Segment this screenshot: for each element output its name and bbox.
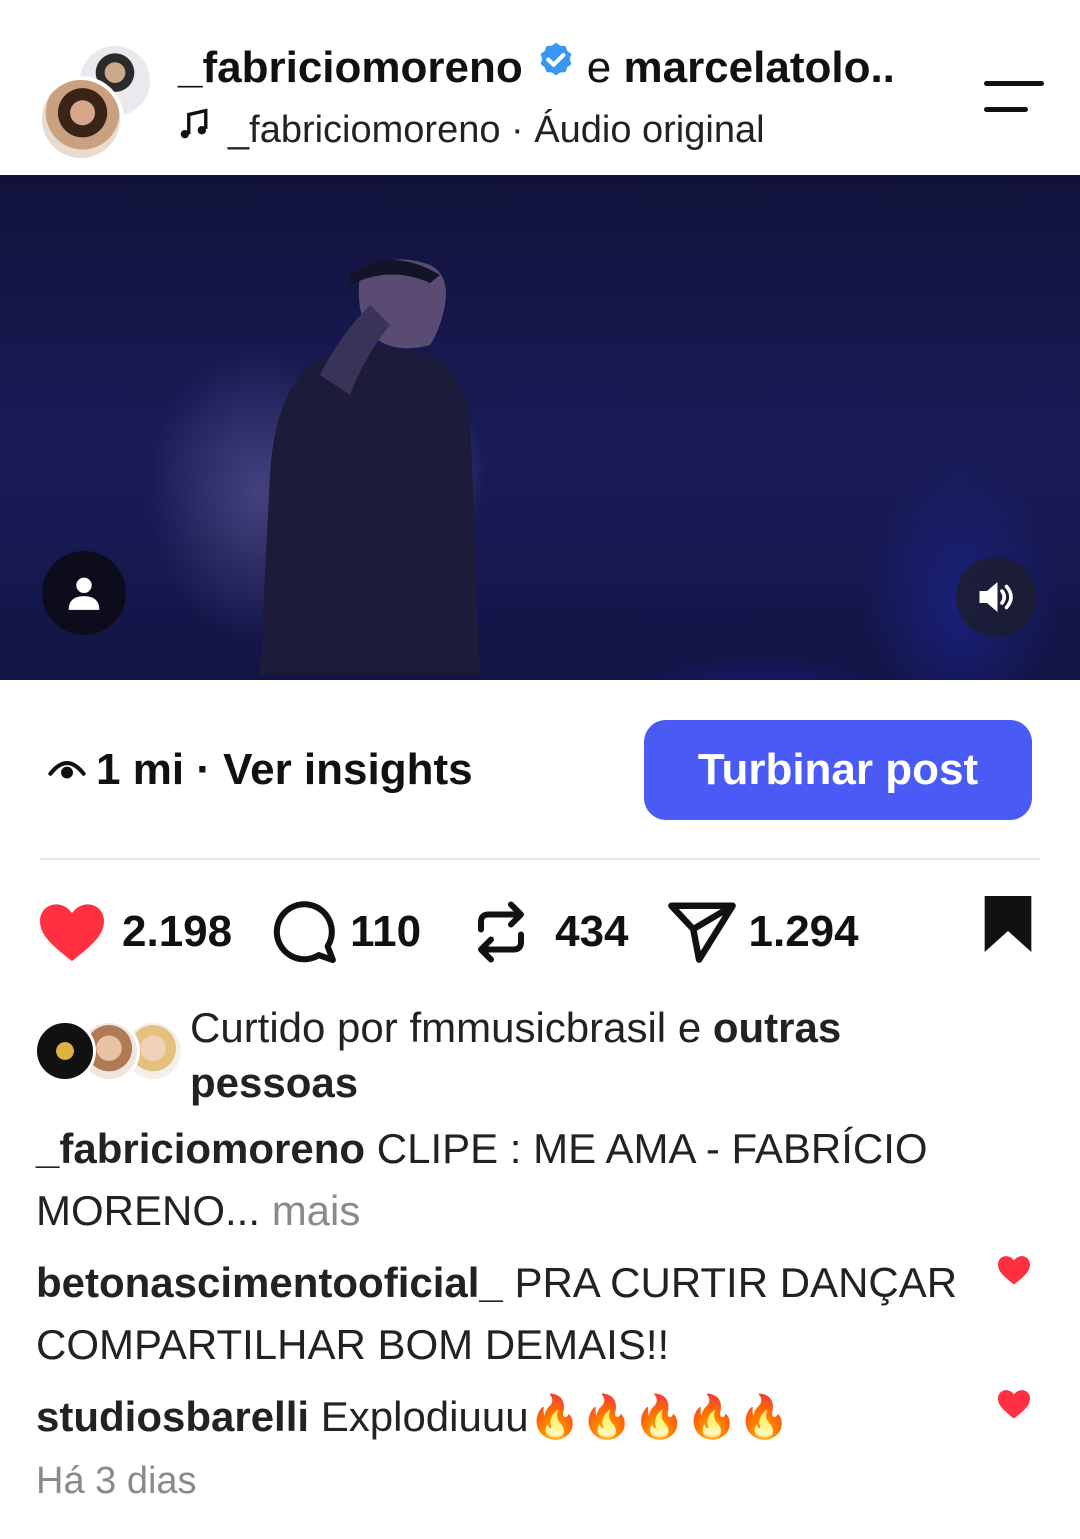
post-caption[interactable]: _fabriciomoreno CLIPE : ME AMA - FABRÍCI… xyxy=(36,1118,1036,1242)
comment-icon xyxy=(273,901,337,964)
reel-video[interactable] xyxy=(0,175,1080,680)
eye-icon xyxy=(48,745,86,795)
speaker-icon xyxy=(979,582,1013,612)
repost-icon xyxy=(478,901,525,963)
post-timestamp: Há 3 dias xyxy=(36,1460,197,1502)
liked-by-text[interactable]: Curtido por fmmusicbrasil e outras pesso… xyxy=(190,1000,990,1110)
views-count: 1 mi xyxy=(96,745,185,794)
repost-action[interactable]: 434 xyxy=(471,897,629,967)
liked-by-user[interactable]: fmmusicbrasil xyxy=(409,1004,666,1051)
post-authors: _fabriciomoreno e marcelatolo.. xyxy=(178,40,895,101)
avatar xyxy=(34,1020,96,1082)
comment-item: studiosbarelli Explodiuuu🔥🔥🔥🔥🔥 xyxy=(36,1386,976,1448)
menu-icon[interactable] xyxy=(982,78,1046,118)
comment-like-icon[interactable] xyxy=(996,1388,1032,1425)
divider xyxy=(40,858,1040,860)
author-username[interactable]: _fabriciomoreno xyxy=(178,43,523,92)
likes-count: 2.198 xyxy=(122,907,233,956)
share-action[interactable]: 1.294 xyxy=(667,899,859,965)
send-icon xyxy=(667,902,736,963)
comment-item: betonascimentooficial_ PRA CURTIR DANÇAR… xyxy=(36,1252,976,1376)
tagged-people-button[interactable] xyxy=(42,551,126,635)
shares-count: 1.294 xyxy=(748,907,859,956)
liked-by-prefix: Curtido por xyxy=(190,1004,398,1051)
action-bar: 2.198 110 434 1.294 xyxy=(36,892,859,972)
comment-username[interactable]: studiosbarelli xyxy=(36,1393,309,1440)
liked-by-joiner: e xyxy=(677,1004,702,1051)
caption-more-link[interactable]: mais xyxy=(272,1187,361,1234)
audio-username: _fabriciomoreno xyxy=(228,108,501,151)
music-note-icon xyxy=(178,108,210,152)
comments-count: 110 xyxy=(350,907,422,956)
audio-label: Áudio original xyxy=(534,108,765,151)
collaborator-username[interactable]: marcelatolo.. xyxy=(623,43,894,92)
author-avatar[interactable] xyxy=(38,76,124,162)
views-separator: · xyxy=(196,745,211,794)
comment-username[interactable]: betonascimentooficial_ xyxy=(36,1259,503,1306)
insights-link-label: Ver insights xyxy=(223,745,473,794)
mute-button[interactable] xyxy=(956,557,1036,637)
reposts-count: 434 xyxy=(555,907,629,956)
video-subject-silhouette xyxy=(260,259,480,675)
person-icon xyxy=(68,577,100,610)
audio-info[interactable]: _fabriciomoreno · Áudio original xyxy=(178,108,765,152)
authors-joiner: e xyxy=(586,43,612,93)
caption-username[interactable]: _fabriciomoreno xyxy=(36,1125,365,1172)
comment-action[interactable]: 110 xyxy=(270,899,421,965)
comment-text: Explodiuuu🔥🔥🔥🔥🔥 xyxy=(320,1393,791,1440)
comment-like-icon[interactable] xyxy=(996,1254,1032,1291)
boost-post-button[interactable]: Turbinar post xyxy=(644,720,1032,820)
verified-badge-icon xyxy=(535,40,577,93)
bookmark-icon[interactable] xyxy=(980,893,1036,960)
views-insights-link[interactable]: 1 mi · Ver insights xyxy=(48,745,473,795)
liked-by-avatars[interactable] xyxy=(34,1020,184,1082)
heart-icon xyxy=(40,904,104,962)
like-action[interactable]: 2.198 xyxy=(36,900,232,964)
audio-separator: · xyxy=(511,108,524,151)
